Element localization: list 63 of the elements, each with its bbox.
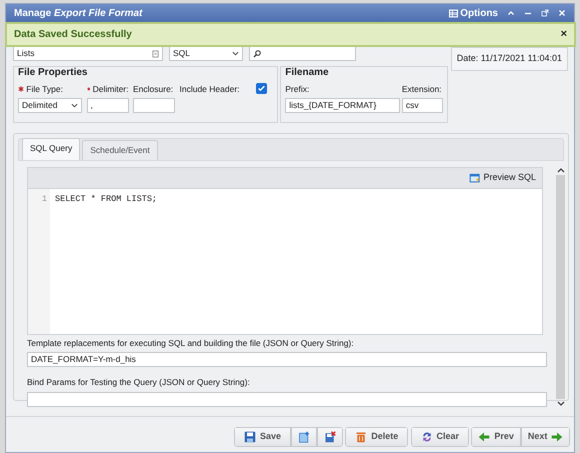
field-label: File Type: <box>26 83 63 96</box>
tab[interactable]: Schedule/Event <box>82 140 158 160</box>
field-label: Bind Params for Testing the Query (JSON or Query String): <box>27 376 251 389</box>
scroll-down-icon[interactable] <box>556 401 564 407</box>
tab[interactable]: SQL Query <box>22 138 80 160</box>
chevron-icon <box>71 102 78 109</box>
remove-document-icon <box>324 431 336 443</box>
window-title: Manage Export File Format <box>14 6 144 20</box>
search-icon <box>253 50 261 58</box>
field-label: Template replacements for executing SQL and building the file (JSON or Query String): <box>27 337 355 350</box>
options-menu[interactable]: Options <box>448 6 498 20</box>
required-icon <box>86 86 90 92</box>
template-field[interactable]: DATE_FORMAT=Y-m-d_his <box>27 352 547 368</box>
code-line: SELECT * FROM LISTS; <box>55 193 158 206</box>
search-field[interactable] <box>249 46 356 61</box>
prefix-field[interactable]: lists_{DATE_FORMAT} <box>285 98 400 113</box>
name-field[interactable]: Lists <box>13 46 163 61</box>
clear-button[interactable]: Clear <box>410 427 470 447</box>
field-label: Enclosure: <box>133 83 174 96</box>
field-label: Prefix: <box>285 83 310 96</box>
trash-icon <box>355 431 368 443</box>
file-type-select[interactable]: Delimited <box>18 98 82 113</box>
field-value: Lists <box>17 47 34 60</box>
section-title: File Properties <box>18 66 88 80</box>
close-icon[interactable] <box>558 9 566 17</box>
alert-message: Data Saved Successfully <box>14 28 132 42</box>
scroll-up-icon[interactable] <box>556 167 564 173</box>
grid-icon <box>448 8 458 18</box>
window-icon <box>469 172 482 184</box>
chevron-icon <box>232 50 239 57</box>
field-label: Delimiter: <box>92 83 128 96</box>
select-value: Delimited <box>22 99 58 112</box>
select-value: SQL <box>173 47 190 60</box>
delete-button[interactable]: Delete <box>345 427 408 447</box>
left-arrow-icon <box>478 431 490 443</box>
enclosure-field[interactable] <box>133 98 175 113</box>
scrollbar[interactable] <box>555 167 566 407</box>
line-number: 1 <box>40 193 47 206</box>
popout-icon[interactable] <box>541 9 549 17</box>
right-arrow-icon <box>551 431 564 443</box>
refresh-icon <box>420 431 433 443</box>
delimiter-field[interactable]: , <box>86 98 128 113</box>
new-button[interactable] <box>291 427 318 447</box>
field-label: Include Header: <box>180 83 240 96</box>
field-label: Extension: <box>402 83 443 96</box>
section-title: Filename <box>285 66 330 80</box>
bind-params-field[interactable] <box>27 392 547 407</box>
new-document-icon <box>298 431 310 443</box>
list-icon <box>152 50 159 58</box>
save-button[interactable]: Save <box>234 427 292 447</box>
date-label: Date: 11/17/2021 11:04:01 <box>450 47 568 70</box>
next-button[interactable]: Next <box>520 427 570 447</box>
preview-sql-button[interactable]: Preview SQL <box>469 171 536 185</box>
type-select[interactable]: SQL <box>169 46 243 61</box>
extension-field[interactable]: csv <box>402 98 444 113</box>
required-icon <box>18 86 24 92</box>
save-icon <box>244 431 256 443</box>
collapse-icon[interactable] <box>507 9 515 17</box>
code-editor[interactable]: 1 SELECT * FROM LISTS; <box>27 189 543 335</box>
include-header-checkbox[interactable] <box>256 83 268 94</box>
prev-button[interactable]: Prev <box>471 427 521 447</box>
alert-close-button[interactable]: × <box>560 26 567 43</box>
remove-button[interactable] <box>317 427 344 447</box>
